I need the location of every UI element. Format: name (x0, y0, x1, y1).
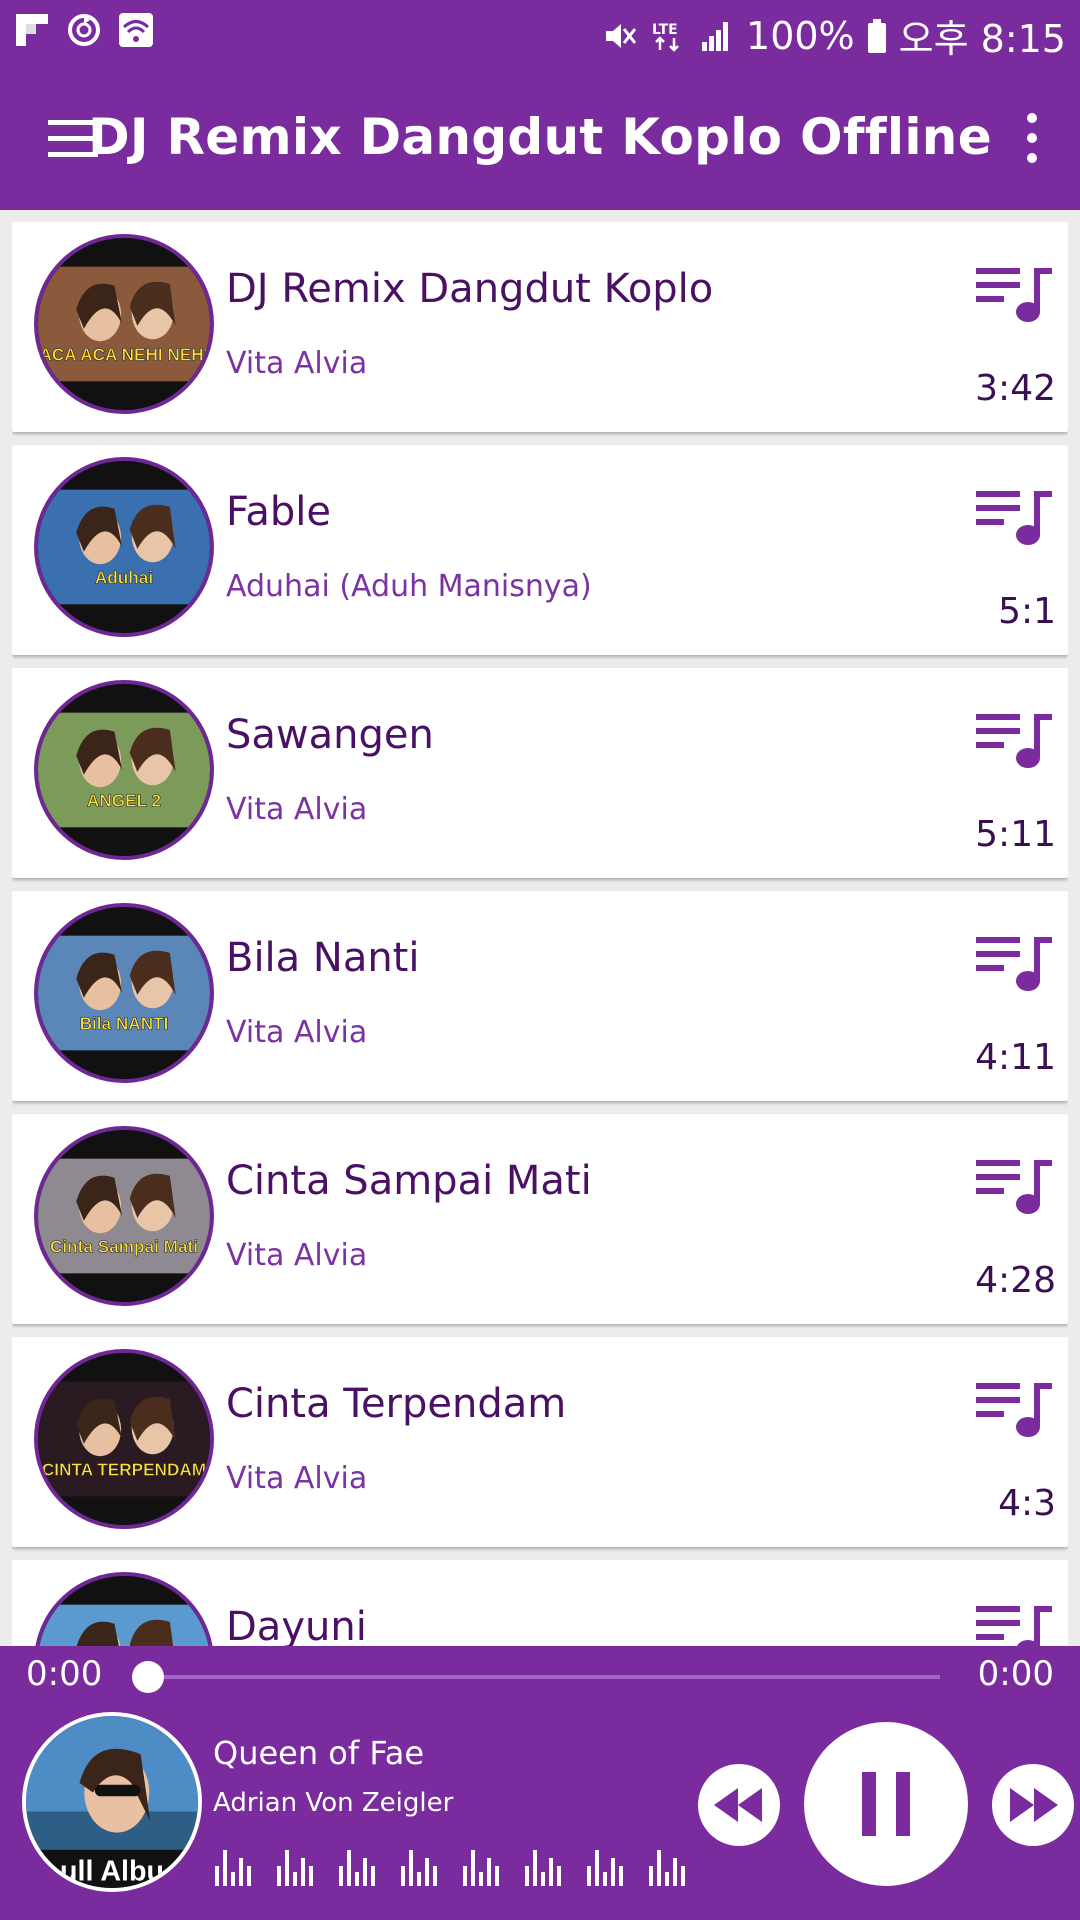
track-duration: 3:42 (975, 368, 1056, 409)
sync-icon (68, 14, 100, 46)
equalizer-bars-icon (339, 1850, 375, 1886)
track-thumbnail: ANGEL 2 (34, 680, 214, 860)
track-title: Sawangen (226, 712, 434, 758)
seek-thumb[interactable] (132, 1661, 164, 1693)
add-to-playlist-icon[interactable] (972, 262, 1056, 324)
app-title: DJ Remix Dangdut Koplo Offline (88, 108, 992, 166)
track-title: Fable (226, 489, 331, 535)
track-thumbnail: CINTA TERPENDAM (34, 1349, 214, 1529)
status-left-icons (14, 12, 154, 48)
app-bar: DJ Remix Dangdut Koplo Offline (0, 64, 1080, 210)
equalizer-bars-icon (587, 1850, 623, 1886)
now-playing-title: Queen of Fae (213, 1734, 425, 1772)
track-artist: Aduhai (Aduh Manisnya) (226, 569, 592, 604)
lte-icon: LTE (652, 22, 679, 52)
now-playing-artist: Adrian Von Zeigler (213, 1788, 454, 1818)
add-to-playlist-icon[interactable] (972, 1154, 1056, 1216)
seek-bar[interactable] (132, 1661, 940, 1693)
now-playing-cover[interactable]: ull Albu (22, 1712, 202, 1892)
add-to-playlist-icon[interactable] (972, 1600, 1056, 1646)
equalizer-bars-icon (215, 1850, 251, 1886)
thumbnail-text: Cinta Sampai Mati (50, 1236, 198, 1256)
track-artist: Vita Alvia (226, 1238, 368, 1273)
thumbnail-text: ANGEL 2 (87, 790, 161, 810)
track-artist: Vita Alvia (226, 792, 368, 827)
equalizer-bars-icon (401, 1850, 437, 1886)
thumbnail-text: Aduhai (95, 567, 153, 587)
clock: 오후 8:15 (898, 17, 1066, 61)
track-title: Cinta Terpendam (226, 1381, 567, 1427)
status-right-icons: LTE 100% 오후 8:15 (602, 8, 1066, 63)
track-item[interactable]: DayuniVita Alvia (12, 1560, 1068, 1646)
svg-text:LTE: LTE (652, 22, 678, 38)
add-to-playlist-icon[interactable] (972, 485, 1056, 547)
track-artist: Vita Alvia (226, 346, 368, 381)
add-to-playlist-icon[interactable] (972, 931, 1056, 993)
track-title: DJ Remix Dangdut Koplo (226, 266, 714, 312)
track-item[interactable]: Cinta Sampai Mati Cinta Sampai Mati Vita A… (12, 1114, 1068, 1324)
track-duration: 5:1 (998, 591, 1056, 632)
track-artist: Vita Alvia (226, 1461, 368, 1496)
equalizer-bars-icon (277, 1850, 313, 1886)
current-time: 0:00 (26, 1654, 103, 1694)
track-title: Cinta Sampai Mati (226, 1158, 592, 1204)
mute-icon (606, 23, 637, 48)
track-duration: 5:11 (975, 814, 1056, 855)
track-thumbnail: Bila NANTI (34, 903, 214, 1083)
battery-percent: 100% (746, 13, 855, 58)
track-duration: 4:3 (998, 1483, 1056, 1524)
pause-icon (862, 1772, 910, 1836)
mini-player: 0:00 0:00 ull Albu Queen of Fae Adrian V… (0, 1646, 1080, 1920)
track-duration: 4:11 (975, 1037, 1056, 1078)
add-to-playlist-icon[interactable] (972, 708, 1056, 770)
track-list[interactable]: ACA ACA NEHI NEHI DJ Remix Dangdut Koplo V… (12, 222, 1068, 1646)
pause-button[interactable] (804, 1722, 968, 1886)
equalizer-bars-icon (463, 1850, 499, 1886)
more-vert-icon[interactable] (1014, 106, 1050, 170)
wifi-icon (119, 13, 153, 47)
track-thumbnail: Aduhai (34, 457, 214, 637)
equalizer-bars-icon (649, 1850, 685, 1886)
fast-forward-button[interactable] (992, 1764, 1074, 1846)
track-item[interactable]: ANGEL 2 Sawangen Vita Alvia 5:11 (12, 668, 1068, 878)
track-item[interactable]: ACA ACA NEHI NEHI DJ Remix Dangdut Koplo V… (12, 222, 1068, 432)
signal-icon (702, 21, 729, 51)
cover-text: ull Albu (60, 1855, 164, 1887)
track-title: Bila Nanti (226, 935, 420, 981)
rewind-icon (714, 1788, 762, 1822)
add-to-playlist-icon[interactable] (972, 1377, 1056, 1439)
equalizer-bars-icon (525, 1850, 561, 1886)
thumbnail-text: CINTA TERPENDAM (42, 1459, 206, 1479)
total-time: 0:00 (977, 1654, 1054, 1694)
fast-forward-icon (1010, 1788, 1058, 1822)
track-thumbnail (34, 1572, 214, 1646)
track-duration: 4:28 (975, 1260, 1056, 1301)
track-artist: Vita Alvia (226, 1015, 368, 1050)
track-item[interactable]: Bila NANTI Bila Nanti Vita Alvia 4:11 (12, 891, 1068, 1101)
status-bar: LTE 100% 오후 8:15 (0, 0, 1080, 64)
battery-icon (867, 18, 886, 53)
seek-track (140, 1675, 940, 1679)
track-thumbnail: Cinta Sampai Mati (34, 1126, 214, 1306)
track-title: Dayuni (226, 1604, 367, 1646)
thumbnail-text: Bila NANTI (80, 1013, 169, 1033)
track-item[interactable]: CINTA TERPENDAM Cinta Terpendam Vita Alvia… (12, 1337, 1068, 1547)
track-item[interactable]: Aduhai Fable Aduhai (Aduh Manisnya) 5:1 (12, 445, 1068, 655)
rewind-button[interactable] (698, 1764, 780, 1846)
thumbnail-text: ACA ACA NEHI NEHI (39, 344, 208, 364)
flipboard-icon (16, 14, 48, 46)
visualizer (213, 1842, 689, 1886)
track-thumbnail: ACA ACA NEHI NEHI (34, 234, 214, 414)
